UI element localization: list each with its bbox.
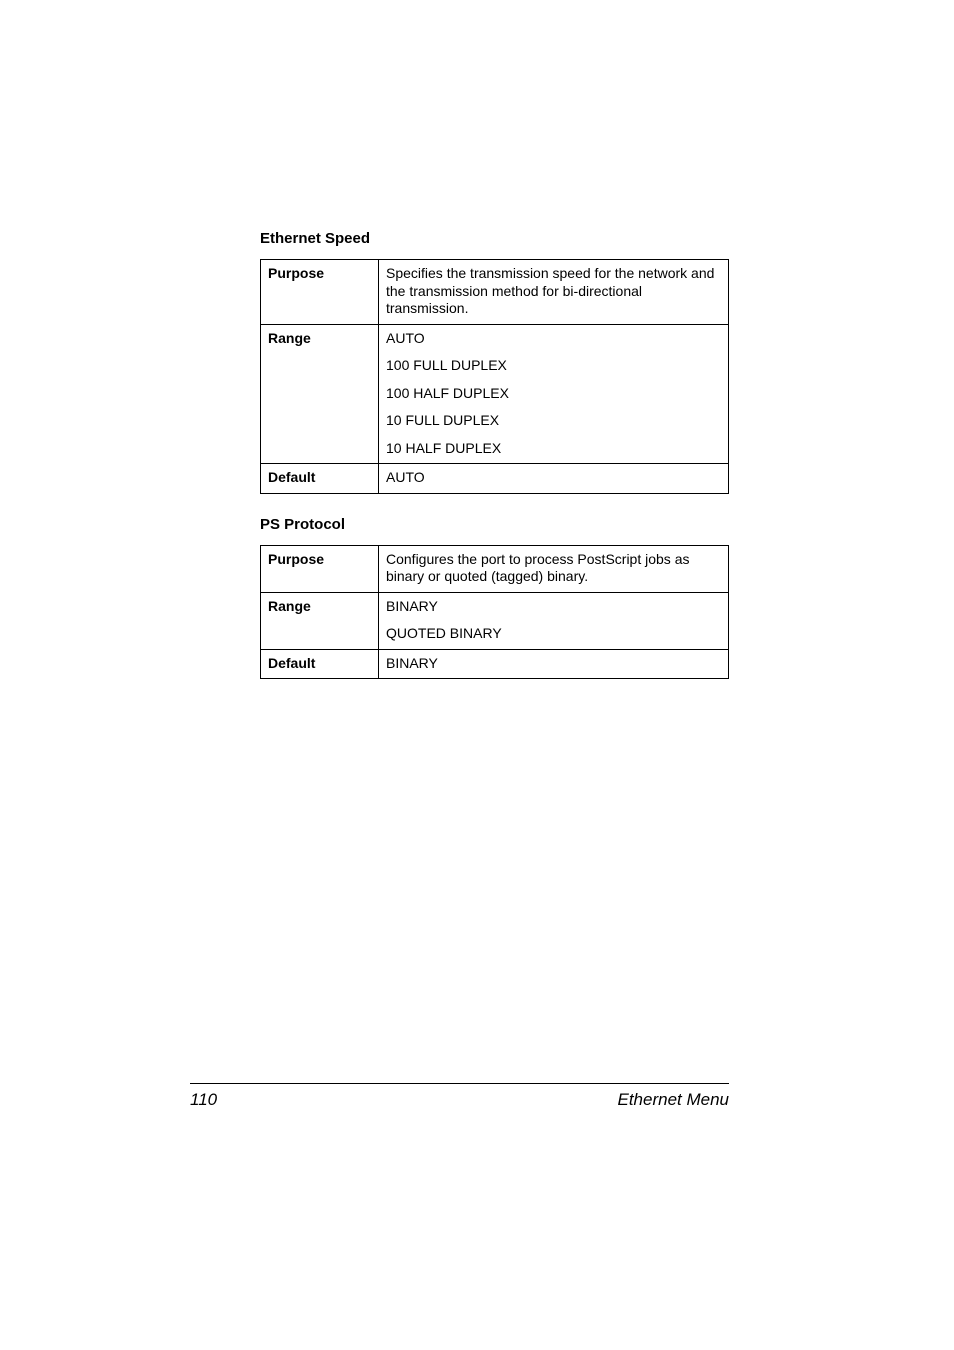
heading-ethernet-speed: Ethernet Speed [260, 230, 729, 247]
range-value: BINARY [386, 598, 721, 621]
table-row: Purpose Configures the port to process P… [261, 545, 729, 592]
table-row: Default AUTO [261, 464, 729, 494]
table-row: Range AUTO 100 FULL DUPLEX 100 HALF DUPL… [261, 324, 729, 464]
cell-purpose-label: Purpose [261, 260, 379, 325]
page-footer: 110 Ethernet Menu [190, 1083, 729, 1110]
footer-section-title: Ethernet Menu [617, 1090, 729, 1110]
range-value: AUTO [386, 330, 721, 353]
table-row: Default BINARY [261, 649, 729, 679]
range-value: 10 HALF DUPLEX [386, 435, 721, 458]
cell-purpose-label: Purpose [261, 545, 379, 592]
cell-default-value: BINARY [379, 649, 729, 679]
table-ethernet-speed: Purpose Specifies the transmission speed… [260, 259, 729, 494]
table-row: Range BINARY QUOTED BINARY [261, 592, 729, 649]
heading-ps-protocol: PS Protocol [260, 516, 729, 533]
range-value: QUOTED BINARY [386, 620, 721, 643]
range-value: 100 HALF DUPLEX [386, 380, 721, 408]
cell-range-label: Range [261, 324, 379, 464]
cell-range-values: BINARY QUOTED BINARY [379, 592, 729, 649]
cell-default-value: AUTO [379, 464, 729, 494]
cell-range-label: Range [261, 592, 379, 649]
cell-default-label: Default [261, 649, 379, 679]
table-ps-protocol: Purpose Configures the port to process P… [260, 545, 729, 680]
range-value: 100 FULL DUPLEX [386, 352, 721, 380]
range-value: 10 FULL DUPLEX [386, 407, 721, 435]
cell-default-label: Default [261, 464, 379, 494]
table-row: Purpose Specifies the transmission speed… [261, 260, 729, 325]
cell-purpose-value: Configures the port to process PostScrip… [379, 545, 729, 592]
cell-purpose-value: Specifies the transmission speed for the… [379, 260, 729, 325]
cell-range-values: AUTO 100 FULL DUPLEX 100 HALF DUPLEX 10 … [379, 324, 729, 464]
page-number: 110 [190, 1090, 217, 1110]
